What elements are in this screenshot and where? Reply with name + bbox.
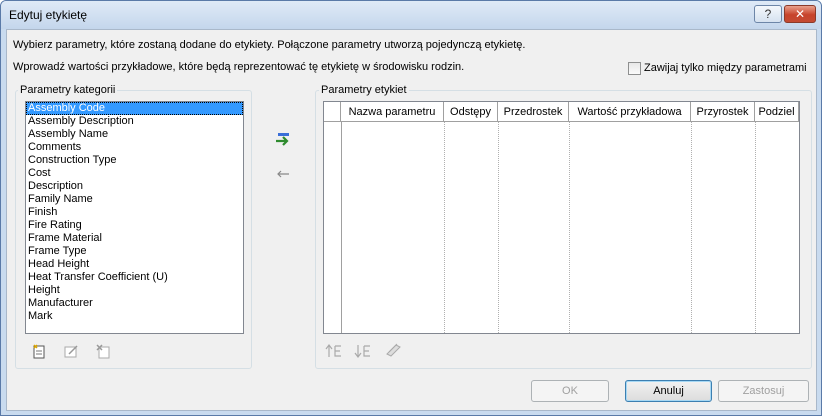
row-header-corner xyxy=(324,102,341,122)
grid-line xyxy=(444,122,445,333)
category-param-item[interactable]: Construction Type xyxy=(26,154,243,167)
instruction-line-2: Wprowadź wartości przykładowe, które będ… xyxy=(13,61,465,73)
window-title: Edytuj etykietę xyxy=(9,8,88,22)
edit-label-params-icon[interactable] xyxy=(385,342,401,358)
category-param-item[interactable]: Heat Transfer Coefficient (U) xyxy=(26,271,243,284)
category-param-item[interactable]: Family Name xyxy=(26,193,243,206)
category-param-item[interactable]: Assembly Code xyxy=(26,102,243,115)
delete-parameter-icon[interactable] xyxy=(95,343,111,359)
col-header-prefix[interactable]: Przedrostek xyxy=(498,102,569,122)
grid-line xyxy=(498,122,499,333)
help-button[interactable]: ? xyxy=(754,5,782,23)
category-param-item[interactable]: Description xyxy=(26,180,243,193)
wrap-between-params-checkbox[interactable] xyxy=(628,62,641,75)
grid-line xyxy=(691,122,692,333)
category-param-item[interactable]: Comments xyxy=(26,141,243,154)
wrap-between-params-label: Zawijaj tylko między parametrami xyxy=(644,62,807,74)
dialog-body: Wybierz parametry, które zostaną dodane … xyxy=(6,29,817,411)
category-param-item[interactable]: Head Height xyxy=(26,258,243,271)
add-parameter-arrow-icon[interactable] xyxy=(275,132,291,148)
grid-line xyxy=(341,122,342,333)
label-params-label: Parametry etykiet xyxy=(319,84,409,96)
category-param-item[interactable]: Manufacturer xyxy=(26,297,243,310)
category-param-item[interactable]: Frame Material xyxy=(26,232,243,245)
col-header-param-name[interactable]: Nazwa parametru xyxy=(341,102,444,122)
remove-parameter-arrow-icon[interactable] xyxy=(275,166,291,182)
col-header-sample-value[interactable]: Wartość przykładowa xyxy=(569,102,691,122)
category-param-item[interactable]: Frame Type xyxy=(26,245,243,258)
new-parameter-icon[interactable] xyxy=(31,343,47,359)
title-bar[interactable]: Edytuj etykietę ? ✕ xyxy=(1,1,821,29)
apply-button[interactable]: Zastosuj xyxy=(718,380,809,402)
col-header-spaces[interactable]: Odstępy xyxy=(444,102,498,122)
edit-label-dialog: Edytuj etykietę ? ✕ Wybierz parametry, k… xyxy=(0,0,822,416)
move-down-icon[interactable] xyxy=(354,343,370,359)
category-param-item[interactable]: Height xyxy=(26,284,243,297)
move-up-icon[interactable] xyxy=(325,343,341,359)
category-param-item[interactable]: Finish xyxy=(26,206,243,219)
col-header-break[interactable]: Podziel xyxy=(755,102,799,122)
category-params-list[interactable]: Assembly Code Assembly Description Assembl… xyxy=(25,101,244,334)
category-param-item[interactable]: Assembly Description xyxy=(26,115,243,128)
edit-parameter-icon[interactable] xyxy=(63,343,79,359)
ok-button[interactable]: OK xyxy=(531,380,609,402)
category-param-item[interactable]: Assembly Name xyxy=(26,128,243,141)
category-param-item[interactable]: Fire Rating xyxy=(26,219,243,232)
category-param-item[interactable]: Cost xyxy=(26,167,243,180)
grid-line xyxy=(755,122,756,333)
instruction-line-1: Wybierz parametry, które zostaną dodane … xyxy=(13,39,526,51)
col-header-suffix[interactable]: Przyrostek xyxy=(691,102,755,122)
cancel-button[interactable]: Anuluj xyxy=(625,380,712,402)
close-button[interactable]: ✕ xyxy=(784,5,816,23)
label-params-grid[interactable]: Nazwa parametru Odstępy Przedrostek Wart… xyxy=(323,101,800,334)
category-param-item[interactable]: Mark xyxy=(26,310,243,323)
category-params-label: Parametry kategorii xyxy=(18,84,118,96)
grid-line xyxy=(569,122,570,333)
